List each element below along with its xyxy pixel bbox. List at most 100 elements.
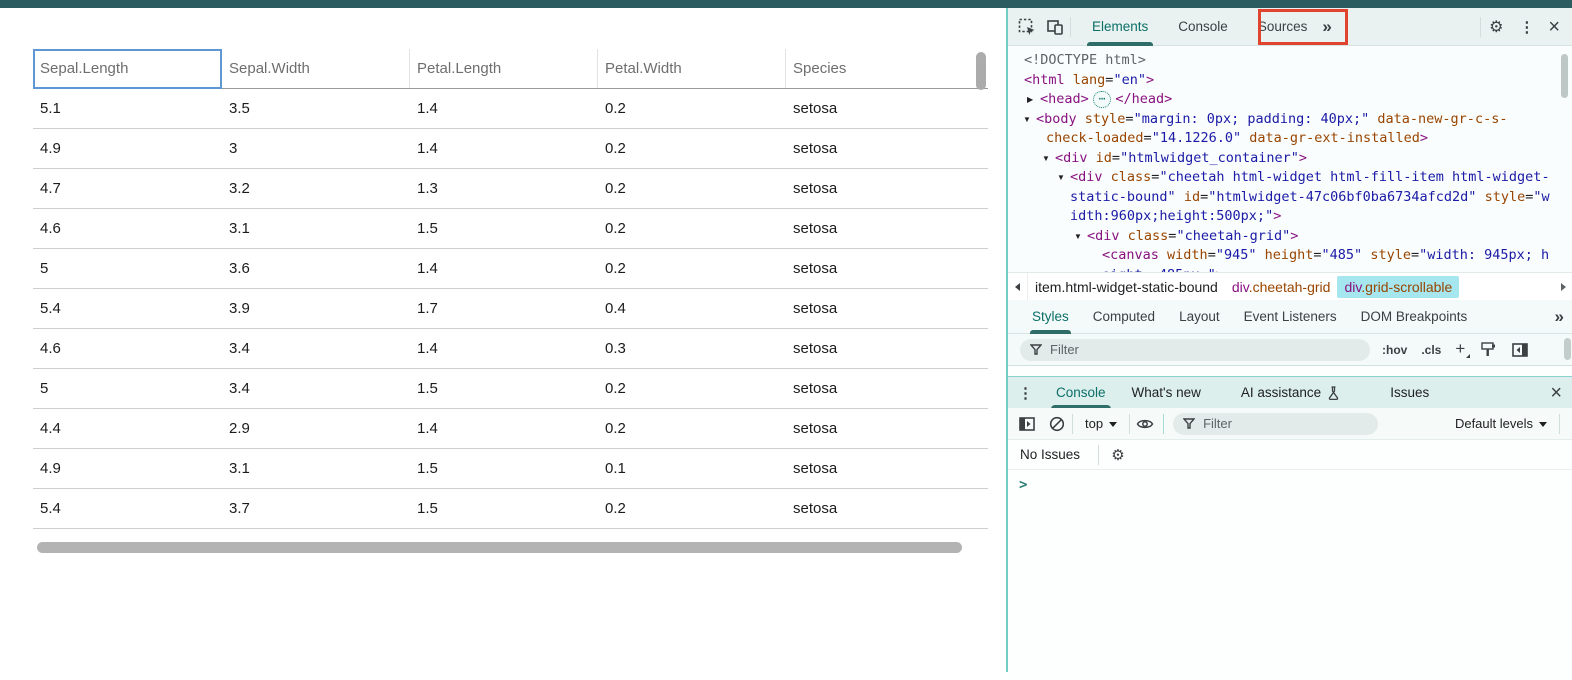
table-cell[interactable]: 5 xyxy=(33,249,222,288)
drawer-tab-ai-assistance[interactable]: AI assistance xyxy=(1228,377,1353,409)
table-cell[interactable]: 3.9 xyxy=(222,289,410,328)
breadcrumb-item[interactable]: item.html-widget-static-bound xyxy=(1028,276,1225,298)
code-line[interactable]: <html lang="en"> xyxy=(1008,71,1572,91)
table-row[interactable]: 4.42.91.40.2setosa xyxy=(33,409,988,449)
table-cell[interactable]: 1.4 xyxy=(410,129,598,168)
table-row[interactable]: 53.41.50.2setosa xyxy=(33,369,988,409)
rendering-emulation-icon[interactable] xyxy=(1479,341,1497,359)
table-cell[interactable]: 1.4 xyxy=(410,409,598,448)
table-cell[interactable]: 1.5 xyxy=(410,209,598,248)
code-line[interactable]: ▼<div class="cheetah-grid"> xyxy=(1008,227,1572,247)
table-cell[interactable]: 4.7 xyxy=(33,169,222,208)
tab-event-listeners[interactable]: Event Listeners xyxy=(1232,300,1349,334)
tree-scrollbar[interactable] xyxy=(1561,54,1568,98)
live-expression-eye-icon[interactable] xyxy=(1136,415,1154,433)
table-row[interactable]: 53.61.40.2setosa xyxy=(33,249,988,289)
code-line[interactable]: ▼<div class="cheetah html-widget html-fi… xyxy=(1008,168,1572,188)
elements-tree[interactable]: <!DOCTYPE html><html lang="en">▶<head>⋯<… xyxy=(1008,46,1572,272)
tab-layout[interactable]: Layout xyxy=(1167,300,1232,334)
table-cell[interactable]: 0.2 xyxy=(598,409,786,448)
styles-scrollbar[interactable] xyxy=(1564,338,1571,360)
table-cell[interactable]: 5.1 xyxy=(33,89,222,128)
table-cell[interactable]: setosa xyxy=(786,249,938,288)
close-drawer-icon[interactable]: × xyxy=(1540,383,1572,403)
breadcrumb-item[interactable]: div.cheetah-grid xyxy=(1225,276,1338,298)
table-cell[interactable]: 4.6 xyxy=(33,329,222,368)
toggle-hover-state-button[interactable]: :hov xyxy=(1382,343,1407,357)
drawer-kebab-icon[interactable]: ⋮ xyxy=(1008,384,1043,402)
toggle-class-button[interactable]: .cls xyxy=(1421,343,1441,357)
tab-console[interactable]: Console xyxy=(1163,8,1243,46)
code-line[interactable]: ▼<div id="htmlwidget_container"> xyxy=(1008,149,1572,169)
table-row[interactable]: 4.63.11.50.2setosa xyxy=(33,209,988,249)
more-tabs-icon[interactable]: » xyxy=(1555,307,1572,327)
column-header[interactable]: Species xyxy=(786,49,938,88)
tab-styles[interactable]: Styles xyxy=(1020,300,1081,334)
table-row[interactable]: 4.73.21.30.2setosa xyxy=(33,169,988,209)
device-toolbar-icon[interactable] xyxy=(1046,18,1064,36)
table-cell[interactable]: setosa xyxy=(786,329,938,368)
table-cell[interactable]: 0.2 xyxy=(598,489,786,528)
column-header[interactable]: Sepal.Length xyxy=(33,49,222,88)
table-cell[interactable]: setosa xyxy=(786,489,938,528)
styles-filter-input[interactable]: Filter xyxy=(1020,339,1370,361)
table-cell[interactable]: 3 xyxy=(222,129,410,168)
table-cell[interactable]: 4.9 xyxy=(33,449,222,488)
column-header[interactable]: Petal.Length xyxy=(410,49,598,88)
table-row[interactable]: 5.43.71.50.2setosa xyxy=(33,489,988,529)
tab-computed[interactable]: Computed xyxy=(1081,300,1167,334)
code-line[interactable]: <canvas width="945" height="485" style="… xyxy=(1008,246,1572,266)
new-style-rule-button[interactable]: + xyxy=(1455,339,1465,359)
tab-dom-breakpoints[interactable]: DOM Breakpoints xyxy=(1349,300,1480,334)
table-row[interactable]: 4.63.41.40.3setosa xyxy=(33,329,988,369)
table-cell[interactable]: setosa xyxy=(786,129,938,168)
table-cell[interactable]: 0.3 xyxy=(598,329,786,368)
clear-console-icon[interactable] xyxy=(1048,415,1066,433)
table-cell[interactable]: 1.4 xyxy=(410,329,598,368)
log-levels-selector[interactable]: Default levels xyxy=(1449,416,1553,431)
table-cell[interactable]: 3.5 xyxy=(222,89,410,128)
table-cell[interactable]: 5 xyxy=(33,369,222,408)
inspect-element-icon[interactable] xyxy=(1018,18,1036,36)
table-cell[interactable]: setosa xyxy=(786,409,938,448)
collapse-arrow-icon[interactable]: ▼ xyxy=(1023,110,1031,130)
table-cell[interactable]: 1.5 xyxy=(410,449,598,488)
console-filter-input[interactable]: Filter xyxy=(1173,413,1378,435)
column-header[interactable]: Petal.Width xyxy=(598,49,786,88)
table-row[interactable]: 5.13.51.40.2setosa xyxy=(33,89,988,129)
horizontal-scrollbar[interactable] xyxy=(37,542,962,553)
kebab-menu-icon[interactable]: ⋮ xyxy=(1519,18,1534,36)
code-line[interactable]: check-loaded="14.1226.0" data-gr-ext-ins… xyxy=(1008,129,1572,149)
drawer-tab-issues[interactable]: Issues xyxy=(1377,377,1442,409)
column-header[interactable]: Sepal.Width xyxy=(222,49,410,88)
table-cell[interactable]: 3.4 xyxy=(222,329,410,368)
table-cell[interactable]: 4.4 xyxy=(33,409,222,448)
code-line[interactable]: static-bound" id="htmlwidget-47c06bf0ba6… xyxy=(1008,188,1572,208)
table-cell[interactable]: 0.2 xyxy=(598,369,786,408)
table-cell[interactable]: 0.2 xyxy=(598,209,786,248)
code-line[interactable]: ▶<head>⋯</head> xyxy=(1008,90,1572,110)
table-cell[interactable]: setosa xyxy=(786,289,938,328)
breadcrumb-item-selected[interactable]: div.grid-scrollable xyxy=(1337,276,1459,298)
drawer-tab-whats-new[interactable]: What's new xyxy=(1119,377,1214,409)
table-row[interactable]: 4.931.40.2setosa xyxy=(33,129,988,169)
settings-gear-icon[interactable]: ⚙ xyxy=(1487,18,1505,36)
table-cell[interactable]: 0.2 xyxy=(598,249,786,288)
crumb-forward-icon[interactable] xyxy=(1554,283,1572,291)
console-prompt-area[interactable]: > xyxy=(1008,470,1572,680)
table-cell[interactable]: setosa xyxy=(786,89,938,128)
table-cell[interactable]: 2.9 xyxy=(222,409,410,448)
toggle-sidebar-icon[interactable] xyxy=(1511,341,1529,359)
table-cell[interactable]: 0.1 xyxy=(598,449,786,488)
table-cell[interactable]: 5.4 xyxy=(33,289,222,328)
table-cell[interactable]: 0.2 xyxy=(598,169,786,208)
table-cell[interactable]: 1.4 xyxy=(410,249,598,288)
cheetah-grid-widget[interactable]: Sepal.Length Sepal.Width Petal.Length Pe… xyxy=(33,49,988,564)
collapse-arrow-icon[interactable]: ▼ xyxy=(1057,168,1065,188)
expand-arrow-icon[interactable]: ▶ xyxy=(1027,90,1033,110)
tab-elements[interactable]: Elements xyxy=(1077,8,1163,46)
table-cell[interactable]: setosa xyxy=(786,449,938,488)
table-cell[interactable]: 4.6 xyxy=(33,209,222,248)
table-cell[interactable]: 0.2 xyxy=(598,89,786,128)
collapse-arrow-icon[interactable]: ▼ xyxy=(1074,227,1082,247)
